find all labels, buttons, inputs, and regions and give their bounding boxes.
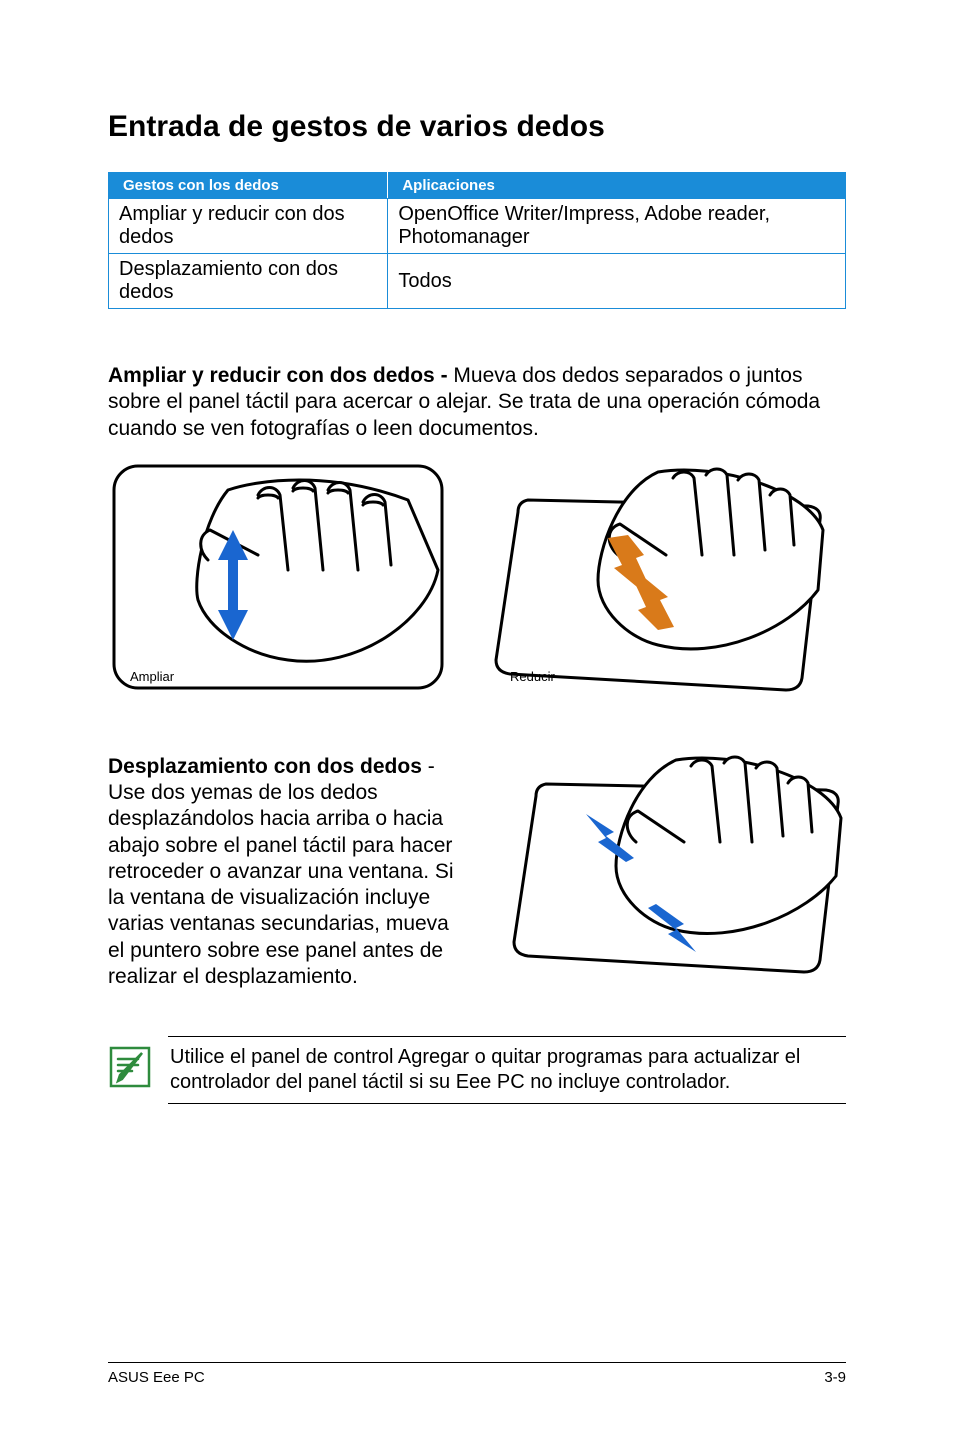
table-cell: Todos <box>388 254 846 309</box>
figure-zoom-in: Ampliar <box>108 460 448 684</box>
figure-caption-zoom-in: Ampliar <box>130 669 448 684</box>
figure-zoom-out: Reducir <box>488 460 828 684</box>
scroll-bold: Desplazamiento con dos dedos <box>108 755 422 778</box>
zoom-description: Ampliar y reducir con dos dedos - Mueva … <box>108 363 846 442</box>
figure-scroll <box>506 754 846 979</box>
footer-right: 3-9 <box>824 1369 846 1386</box>
footer-left: ASUS Eee PC <box>108 1369 205 1386</box>
table-header: Gestos con los dedos <box>109 173 388 199</box>
note-text: Utilice el panel de control Agregar o qu… <box>170 1045 846 1095</box>
scroll-text: - Use dos yemas de los dedos desplazándo… <box>108 755 454 988</box>
figure-caption-zoom-out: Reducir <box>510 669 828 684</box>
note-icon <box>108 1045 152 1094</box>
gestures-table: Gestos con los dedos Aplicaciones Amplia… <box>108 172 846 309</box>
table-cell: OpenOffice Writer/Impress, Adobe reader,… <box>388 199 846 254</box>
page-title: Entrada de gestos de varios dedos <box>108 110 846 144</box>
note-box: Utilice el panel de control Agregar o qu… <box>168 1036 846 1104</box>
table-header: Aplicaciones <box>388 173 846 199</box>
table-cell: Desplazamiento con dos dedos <box>109 254 388 309</box>
table-cell: Ampliar y reducir con dos dedos <box>109 199 388 254</box>
zoom-bold: Ampliar y reducir con dos dedos - <box>108 364 453 387</box>
scroll-description: Desplazamiento con dos dedos - Use dos y… <box>108 754 470 990</box>
